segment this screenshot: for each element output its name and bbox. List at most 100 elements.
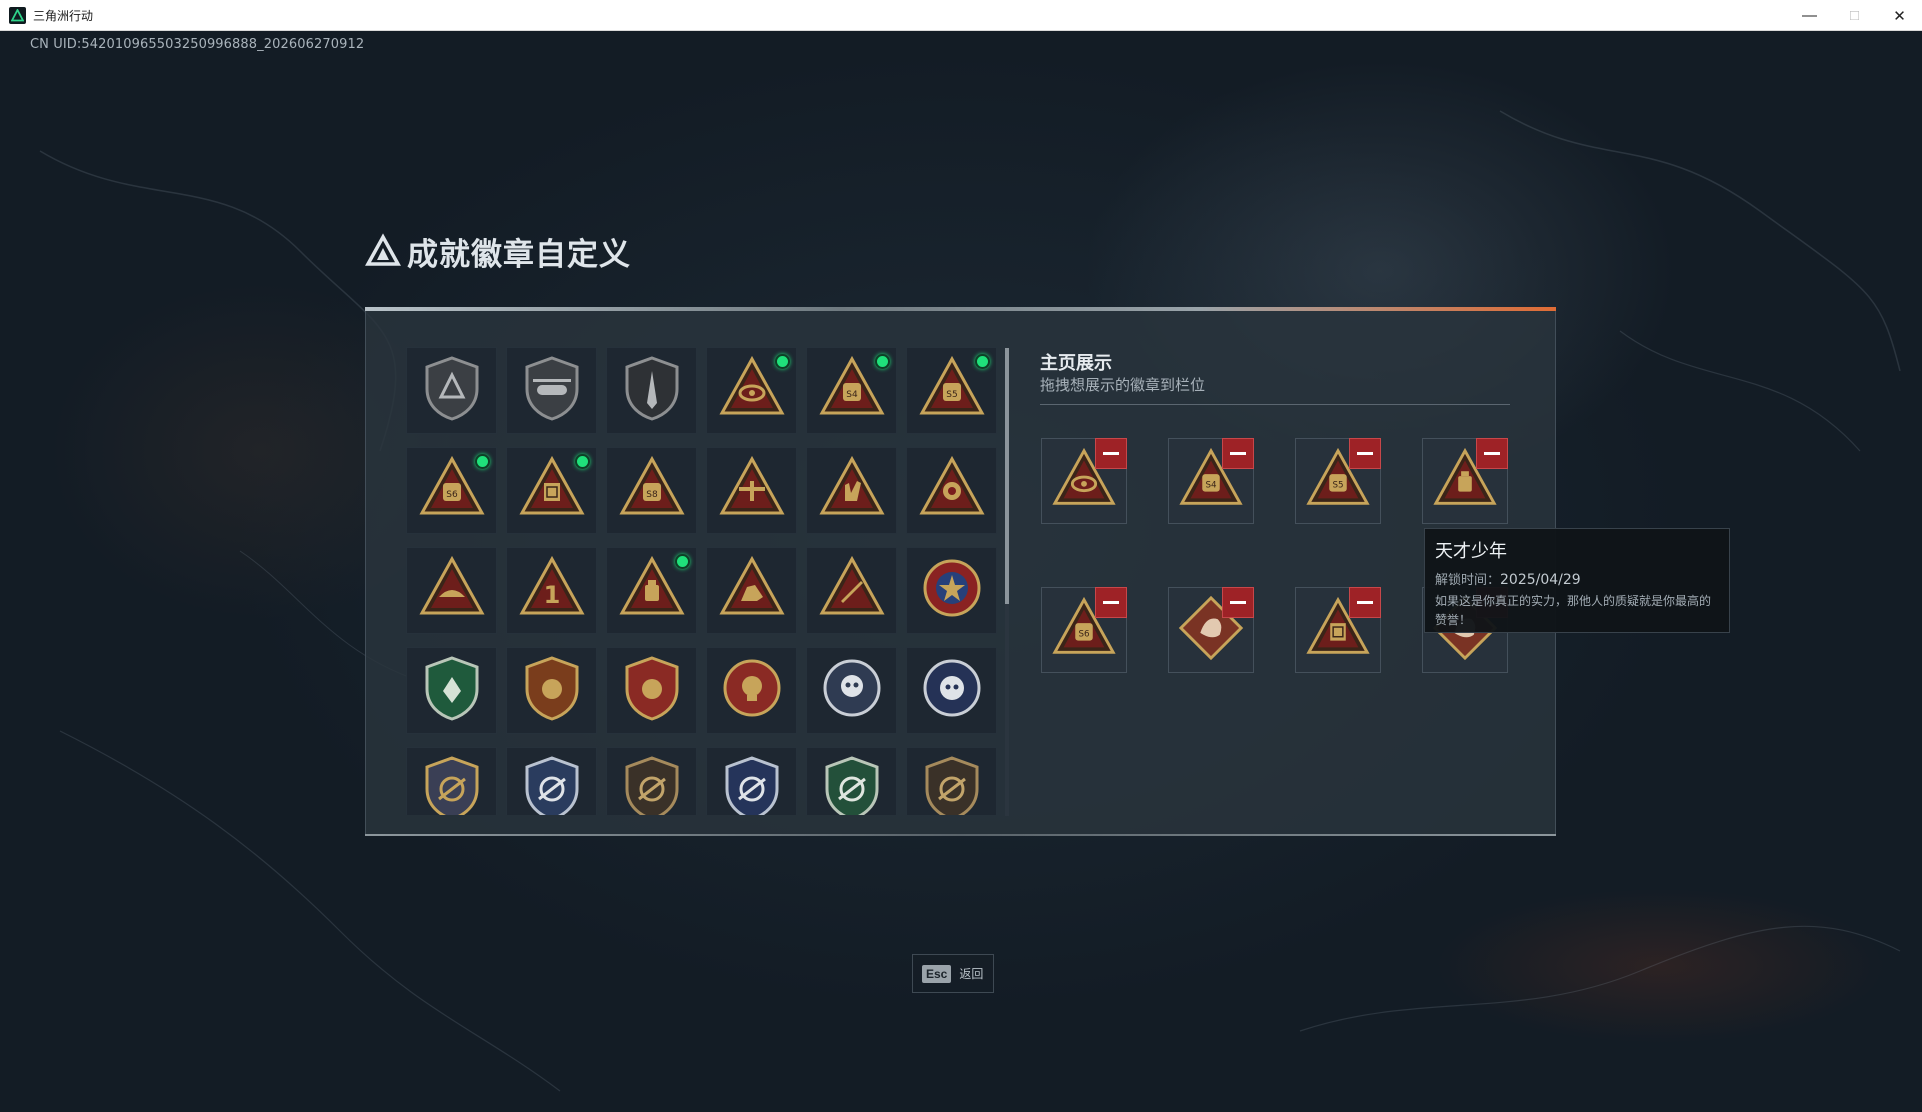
remove-minus-icon[interactable] [1476,438,1508,469]
badge-cell[interactable] [706,547,797,634]
dialog-body: S4 S5 S6 S8 1 主页展示 拖拽想展示的徽章到栏位 S4 S5 S6 [365,311,1556,836]
badge-cell[interactable] [506,447,597,534]
showcase-slot[interactable]: S4 [1168,438,1254,524]
svg-text:S4: S4 [846,390,858,400]
badge-cell[interactable]: 1 [506,547,597,634]
badge-cell[interactable] [806,547,897,634]
navy-rifle-shield-badge-icon [717,753,787,815]
svg-text:S6: S6 [1078,629,1089,639]
green-shield-badge-icon [417,653,487,728]
remove-minus-icon[interactable] [1222,587,1254,618]
user-uid-text: CN UID:542010965503250996888_20260627091… [30,37,365,52]
star-triangle-badge-icon [917,453,987,528]
badge-cell[interactable] [806,647,897,734]
svg-text:1: 1 [543,581,560,609]
badge-cell[interactable] [406,747,497,815]
sword-triangle-badge-icon [817,553,887,628]
remove-minus-icon[interactable] [1349,438,1381,469]
badge-cell[interactable] [906,547,997,634]
badge-grid-viewport[interactable]: S4 S5 S6 S8 1 [406,347,998,815]
showcase-slot[interactable] [1422,438,1508,524]
back-button[interactable]: Esc 返回 [912,954,994,993]
skull-target-badge-icon [717,653,787,728]
badge-grid-scrollbar[interactable] [1005,348,1009,816]
badge-cell[interactable]: S4 [806,347,897,434]
brown-rifle-shield-badge-icon [917,753,987,815]
badge-cell[interactable] [406,547,497,634]
new-badge-dot [975,354,990,369]
new-badge-dot [875,354,890,369]
badge-cell[interactable]: S6 [406,447,497,534]
dialog-header: 成就徽章自定义 [365,228,631,274]
badge-cell[interactable] [606,547,697,634]
hat-triangle-badge-icon [417,553,487,628]
badge-cell[interactable] [406,647,497,734]
helicopter-badge-icon [517,353,587,428]
badge-cell[interactable]: S5 [906,347,997,434]
tooltip-unlock-date: 2025/04/29 [1500,572,1581,588]
badge-cell[interactable] [906,647,997,734]
badge-cell[interactable] [806,447,897,534]
badge-cell[interactable] [606,347,697,434]
badge-cell[interactable] [506,647,597,734]
window-controls: — □ ✕ [1787,0,1922,31]
badge-cell[interactable] [706,447,797,534]
silver-burst-skull-badge-icon [917,653,987,728]
red-wing-shield-badge-icon [617,653,687,728]
creature-triangle-badge-icon [717,553,787,628]
new-badge-dot [775,354,790,369]
esc-key-icon: Esc [922,964,952,983]
showcase-slot[interactable] [1041,438,1127,524]
blade-shield-badge-icon [617,353,687,428]
delta-logo-icon [365,233,401,266]
badge-cell[interactable] [606,647,697,734]
showcase-slot[interactable]: S6 [1041,587,1127,673]
badge-cell[interactable] [706,647,797,734]
blue-rifle-shield-badge-icon [517,753,587,815]
svg-text:S8: S8 [646,490,658,500]
badge-cell[interactable] [506,747,597,815]
tooltip-unlock-label: 解锁时间： [1435,573,1501,588]
badge-cell[interactable] [606,747,697,815]
gold-rifle-shield-badge-icon [417,753,487,815]
badge-cell[interactable] [806,747,897,815]
remove-minus-icon[interactable] [1095,587,1127,618]
dialog-bottom-divider [365,834,1556,836]
green-rifle-shield-badge-icon [817,753,887,815]
silver-skull-badge-icon [817,653,887,728]
badge-cell[interactable] [706,347,797,434]
showcase-slot[interactable] [1295,587,1381,673]
showcase-slot[interactable] [1168,587,1254,673]
remove-minus-icon[interactable] [1222,438,1254,469]
tooltip-description: 如果这是你真正的实力，那他人的质疑就是你最高的赞誉！ [1435,594,1712,627]
tooltip-title: 天才少年 [1435,541,1507,562]
svg-text:S5: S5 [1332,480,1343,490]
minimize-icon[interactable]: — [1787,0,1832,31]
badge-cell[interactable] [406,347,497,434]
showcase-slot[interactable]: S5 [1295,438,1381,524]
badge-grid: S4 S5 S6 S8 1 [406,347,998,815]
remove-minus-icon[interactable] [1349,587,1381,618]
window-titlebar: 三角洲行动 — □ ✕ [0,0,1922,31]
showcase-subtitle: 拖拽想展示的徽章到栏位 [1040,376,1206,394]
badge-cell[interactable]: S8 [606,447,697,534]
delta-force-app-icon [9,6,26,24]
window-title: 三角洲行动 [33,8,94,23]
badge-cell[interactable] [906,747,997,815]
close-icon[interactable]: ✕ [1877,0,1922,31]
shield-delta-badge-icon [417,353,487,428]
maximize-icon[interactable]: □ [1832,0,1877,31]
showcase-title: 主页展示 [1040,353,1112,374]
badge-cell[interactable] [906,447,997,534]
new-badge-dot [575,454,590,469]
back-label: 返回 [959,967,984,981]
badge-cell[interactable] [506,347,597,434]
hand-triangle-badge-icon [817,453,887,528]
tooltip-unlock-time: 解锁时间：2025/04/29 [1435,569,1719,588]
s8-triangle-badge-icon: S8 [617,453,687,528]
scrollbar-thumb[interactable] [1005,348,1009,604]
new-badge-dot [675,554,690,569]
svg-text:S5: S5 [946,390,957,400]
remove-minus-icon[interactable] [1095,438,1127,469]
badge-cell[interactable] [706,747,797,815]
